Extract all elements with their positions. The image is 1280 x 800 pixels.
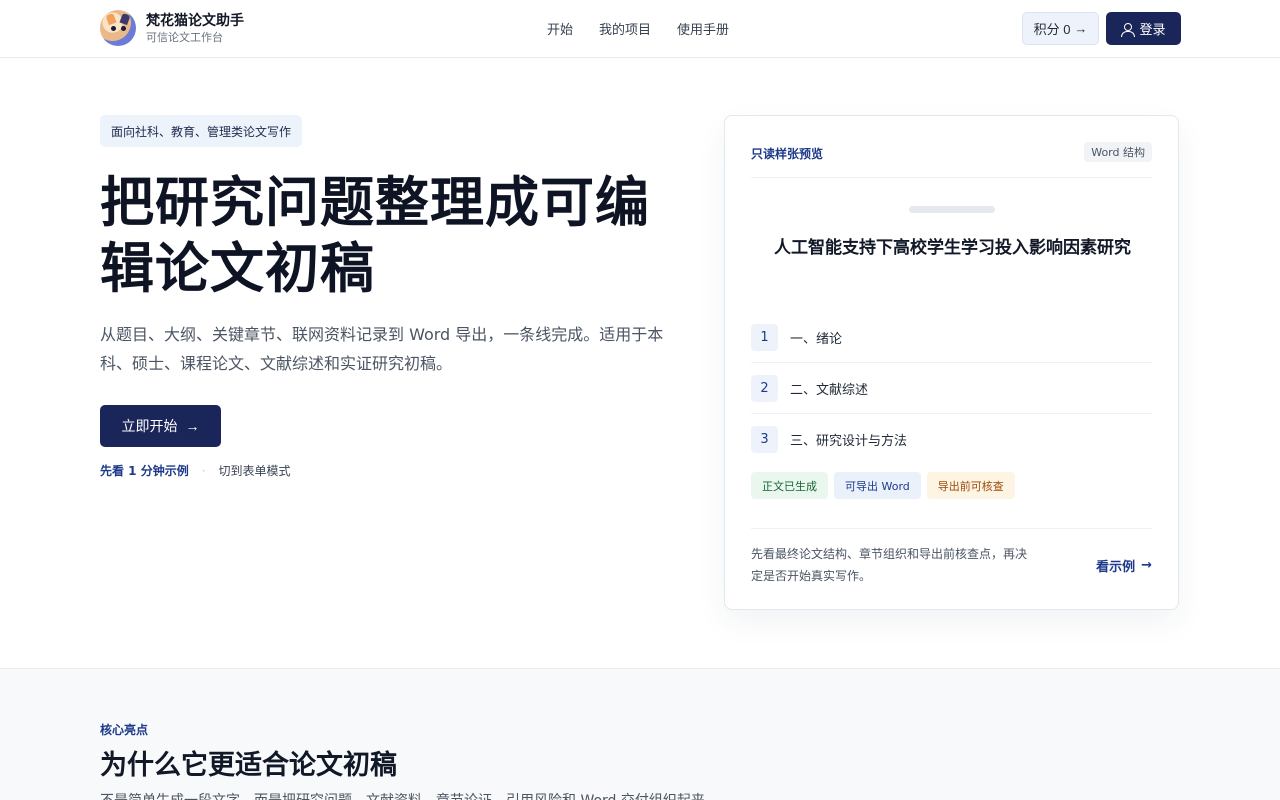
status-badge-review: 导出前可核查 (926, 472, 1015, 499)
nav-start[interactable]: 开始 (547, 19, 573, 38)
chapter-number: 3 (751, 426, 778, 453)
arrow-right-icon: → (1074, 21, 1088, 36)
preview-card: 只读样张预览 Word 结构 人工智能支持下高校学生学习投入影响因素研究 1 一… (724, 115, 1179, 610)
points-label: 积分 0 (1033, 22, 1071, 37)
hero-sublinks: 先看 1 分钟示例 · 切到表单模式 (100, 462, 291, 479)
doc-placeholder-bar (909, 206, 995, 213)
top-header: 梵花猫论文助手 可信论文工作台 开始 我的项目 使用手册 积分 0 → 登录 (0, 0, 1280, 58)
brand-name: 梵花猫论文助手 (146, 12, 244, 29)
section-title: 为什么它更适合论文初稿 (100, 750, 397, 781)
card-footer-text: 先看最终论文结构、章节组织和导出前核查点，再决定是否开始真实写作。 (751, 547, 1028, 583)
list-item: 3 三、研究设计与方法 (751, 414, 1153, 465)
login-label: 登录 (1139, 22, 1166, 37)
status-badge-export: 可导出 Word (834, 472, 921, 499)
example-link[interactable]: 先看 1 分钟示例 (100, 462, 189, 479)
arrow-right-icon: → (185, 418, 200, 434)
user-icon (1121, 22, 1136, 37)
start-now-button[interactable]: 立即开始 → (100, 405, 221, 447)
nav-my-projects[interactable]: 我的项目 (599, 19, 651, 38)
chapter-list: 1 一、绪论 2 二、文献综述 3 三、研究设计与方法 (751, 312, 1153, 465)
view-example-link[interactable]: 看示例 → (1096, 556, 1152, 575)
word-structure-badge: Word 结构 (1084, 142, 1152, 162)
card-label: 只读样张预览 (751, 147, 824, 161)
card-header: 只读样张预览 Word 结构 (751, 142, 1152, 178)
start-label: 立即开始 (121, 418, 178, 434)
doc-title: 人工智能支持下高校学生学习投入影响因素研究 (774, 238, 1131, 258)
form-mode-link[interactable]: 切到表单模式 (219, 462, 291, 479)
login-button[interactable]: 登录 (1106, 12, 1181, 45)
separator-dot: · (201, 463, 206, 478)
status-pills: 正文已生成 可导出 Word 导出前可核查 (751, 472, 1015, 499)
brand-subtitle: 可信论文工作台 (146, 30, 223, 44)
chapter-number: 1 (751, 323, 778, 351)
section-kicker: 核心亮点 (100, 723, 149, 737)
status-badge-generated: 正文已生成 (751, 472, 828, 499)
section-description: 不是简单生成一段文字，而是把研究问题、文献资料、章节论证、引用风险和 Word … (100, 790, 719, 800)
chapter-title: 二、文献综述 (790, 382, 869, 398)
arrow-right-icon: → (1141, 558, 1152, 573)
chapter-number: 2 (751, 374, 778, 402)
points-button[interactable]: 积分 0 → (1022, 12, 1099, 45)
main-nav: 开始 我的项目 使用手册 (547, 19, 729, 38)
cat-logo-icon (100, 10, 136, 46)
nav-manual[interactable]: 使用手册 (677, 19, 729, 38)
audience-tag: 面向社科、教育、管理类论文写作 (100, 115, 303, 147)
hero-title: 把研究问题整理成可编辑论文初稿 (100, 171, 650, 300)
view-example-label: 看示例 (1096, 560, 1136, 575)
highlights-section: 核心亮点 为什么它更适合论文初稿 不是简单生成一段文字，而是把研究问题、文献资料… (0, 668, 1280, 800)
list-item: 1 一、绪论 (751, 312, 1153, 363)
divider (751, 528, 1152, 529)
hero-description: 从题目、大纲、关键章节、联网资料记录到 Word 导出，一条线完成。适用于本科、… (100, 325, 664, 373)
chapter-title: 三、研究设计与方法 (790, 434, 908, 449)
brand[interactable]: 梵花猫论文助手 可信论文工作台 (100, 10, 244, 46)
list-item: 2 二、文献综述 (751, 363, 1153, 414)
chapter-title: 一、绪论 (790, 331, 843, 347)
